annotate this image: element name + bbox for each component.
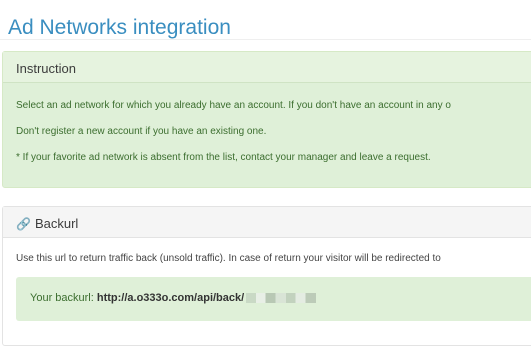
instruction-line: * If your favorite ad network is absent … [16, 152, 431, 163]
backurl-panel: 🔗 Backurl [2, 206, 531, 346]
backurl-text: Your backurl: http://a.o333o.com/api/bac… [30, 292, 317, 304]
header-divider [0, 39, 531, 40]
redacted-token [246, 293, 317, 304]
instruction-panel: Instruction Select an ad network for whi… [2, 51, 531, 188]
instruction-title: Instruction [16, 61, 76, 76]
link-icon: 🔗 [16, 217, 31, 231]
backurl-label: Your backurl: [30, 292, 94, 304]
backurl-box: Your backurl: http://a.o333o.com/api/bac… [16, 277, 531, 321]
backurl-panel-header: 🔗 Backurl [3, 207, 531, 238]
instruction-line: Select an ad network for which you alrea… [16, 100, 451, 111]
backurl-description: Use this url to return traffic back (uns… [16, 253, 441, 264]
instruction-panel-header: Instruction [3, 52, 531, 83]
page-title: Ad Networks integration [8, 16, 231, 40]
backurl-url[interactable]: http://a.o333o.com/api/back/ [97, 292, 244, 304]
backurl-title: Backurl [34, 216, 79, 231]
instruction-line: Don't register a new account if you have… [16, 126, 267, 137]
